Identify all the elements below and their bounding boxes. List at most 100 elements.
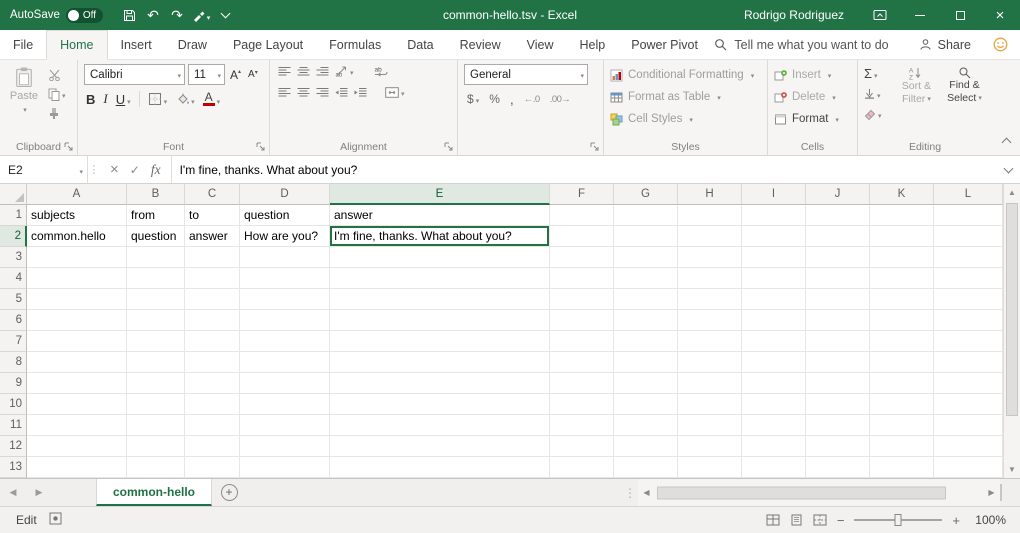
cell-c5[interactable] xyxy=(185,289,240,310)
tab-help[interactable]: Help xyxy=(567,30,619,59)
horizontal-scroll-track[interactable] xyxy=(655,479,983,506)
cell-g2[interactable] xyxy=(614,226,678,247)
formula-input[interactable]: I'm fine, thanks. What about you? xyxy=(172,156,996,183)
font-dialog-launcher[interactable] xyxy=(256,142,266,152)
zoom-slider-thumb[interactable] xyxy=(895,514,902,526)
cell-d7[interactable] xyxy=(240,331,330,352)
cell-b12[interactable] xyxy=(127,436,185,457)
cell-k8[interactable] xyxy=(870,352,934,373)
tell-me-search[interactable]: Tell me what you want to do xyxy=(714,30,888,59)
cell-l7[interactable] xyxy=(934,331,1003,352)
clipboard-dialog-launcher[interactable] xyxy=(64,142,74,152)
cell-j6[interactable] xyxy=(806,310,870,331)
cell-k1[interactable] xyxy=(870,205,934,226)
cell-c7[interactable] xyxy=(185,331,240,352)
scrollbar-split-handle[interactable] xyxy=(1000,484,1020,501)
cell-i4[interactable] xyxy=(742,268,806,289)
cell-f2[interactable] xyxy=(550,226,614,247)
cell-e3[interactable] xyxy=(330,247,550,268)
autosum-button[interactable] xyxy=(864,65,878,82)
conditional-formatting-button[interactable]: Conditional Formatting xyxy=(610,64,762,86)
row-header-6[interactable]: 6 xyxy=(0,310,27,331)
cell-f5[interactable] xyxy=(550,289,614,310)
column-header-g[interactable]: G xyxy=(614,184,678,205)
cell-f12[interactable] xyxy=(550,436,614,457)
cell-h10[interactable] xyxy=(678,394,742,415)
cell-e13[interactable] xyxy=(330,457,550,478)
cell-d4[interactable] xyxy=(240,268,330,289)
scroll-right-button[interactable] xyxy=(983,488,1000,497)
cell-g6[interactable] xyxy=(614,310,678,331)
row-header-5[interactable]: 5 xyxy=(0,289,27,310)
next-sheet-button[interactable] xyxy=(26,479,52,506)
cell-b6[interactable] xyxy=(127,310,185,331)
cell-e5[interactable] xyxy=(330,289,550,310)
cell-b10[interactable] xyxy=(127,394,185,415)
tab-splitter-handle[interactable] xyxy=(622,479,638,506)
formula-bar-grip[interactable] xyxy=(88,156,100,183)
decrease-indent-icon[interactable] xyxy=(335,87,348,98)
cell-e8[interactable] xyxy=(330,352,550,373)
row-header-1[interactable]: 1 xyxy=(0,205,27,226)
cell-f7[interactable] xyxy=(550,331,614,352)
cell-l10[interactable] xyxy=(934,394,1003,415)
cell-c12[interactable] xyxy=(185,436,240,457)
top-align-icon[interactable] xyxy=(278,66,291,77)
row-header-12[interactable]: 12 xyxy=(0,436,27,457)
cell-h5[interactable] xyxy=(678,289,742,310)
sheet-tab-common-hello[interactable]: common-hello xyxy=(96,479,212,506)
format-painter-button[interactable] xyxy=(48,106,66,120)
cell-k7[interactable] xyxy=(870,331,934,352)
cell-a7[interactable] xyxy=(27,331,127,352)
cell-l4[interactable] xyxy=(934,268,1003,289)
cell-l13[interactable] xyxy=(934,457,1003,478)
cell-c3[interactable] xyxy=(185,247,240,268)
cell-h12[interactable] xyxy=(678,436,742,457)
column-header-e[interactable]: E xyxy=(330,184,550,205)
ribbon-display-options-button[interactable] xyxy=(860,0,900,30)
cell-j13[interactable] xyxy=(806,457,870,478)
cell-h6[interactable] xyxy=(678,310,742,331)
tab-data[interactable]: Data xyxy=(394,30,446,59)
cell-g11[interactable] xyxy=(614,415,678,436)
cell-k3[interactable] xyxy=(870,247,934,268)
cell-g4[interactable] xyxy=(614,268,678,289)
row-header-10[interactable]: 10 xyxy=(0,394,27,415)
cell-j3[interactable] xyxy=(806,247,870,268)
cell-b4[interactable] xyxy=(127,268,185,289)
cell-l8[interactable] xyxy=(934,352,1003,373)
name-box[interactable]: E2 xyxy=(0,156,88,183)
cell-a12[interactable] xyxy=(27,436,127,457)
enter-button[interactable] xyxy=(130,163,140,177)
cell-g12[interactable] xyxy=(614,436,678,457)
undo-button[interactable]: ↶ xyxy=(141,0,165,30)
column-header-b[interactable]: B xyxy=(127,184,185,205)
column-header-j[interactable]: J xyxy=(806,184,870,205)
macro-record-button[interactable] xyxy=(49,512,62,528)
cell-f8[interactable] xyxy=(550,352,614,373)
column-header-i[interactable]: I xyxy=(742,184,806,205)
cell-b13[interactable] xyxy=(127,457,185,478)
cell-d11[interactable] xyxy=(240,415,330,436)
cell-i1[interactable] xyxy=(742,205,806,226)
cell-b11[interactable] xyxy=(127,415,185,436)
cell-b5[interactable] xyxy=(127,289,185,310)
cell-b9[interactable] xyxy=(127,373,185,394)
tab-power-pivot[interactable]: Power Pivot xyxy=(618,30,711,59)
cell-i3[interactable] xyxy=(742,247,806,268)
cell-k2[interactable] xyxy=(870,226,934,247)
cell-k12[interactable] xyxy=(870,436,934,457)
cell-k9[interactable] xyxy=(870,373,934,394)
cell-i9[interactable] xyxy=(742,373,806,394)
select-all-corner[interactable] xyxy=(0,184,27,205)
new-sheet-button[interactable] xyxy=(212,479,246,506)
row-header-4[interactable]: 4 xyxy=(0,268,27,289)
cell-a6[interactable] xyxy=(27,310,127,331)
alignment-dialog-launcher[interactable] xyxy=(444,142,454,152)
cell-k4[interactable] xyxy=(870,268,934,289)
middle-align-icon[interactable] xyxy=(297,66,310,77)
redo-button[interactable]: ↷ xyxy=(165,0,189,30)
number-dialog-launcher[interactable] xyxy=(590,142,600,152)
orientation-button[interactable]: ab xyxy=(335,64,354,78)
minimize-button[interactable] xyxy=(900,0,940,30)
